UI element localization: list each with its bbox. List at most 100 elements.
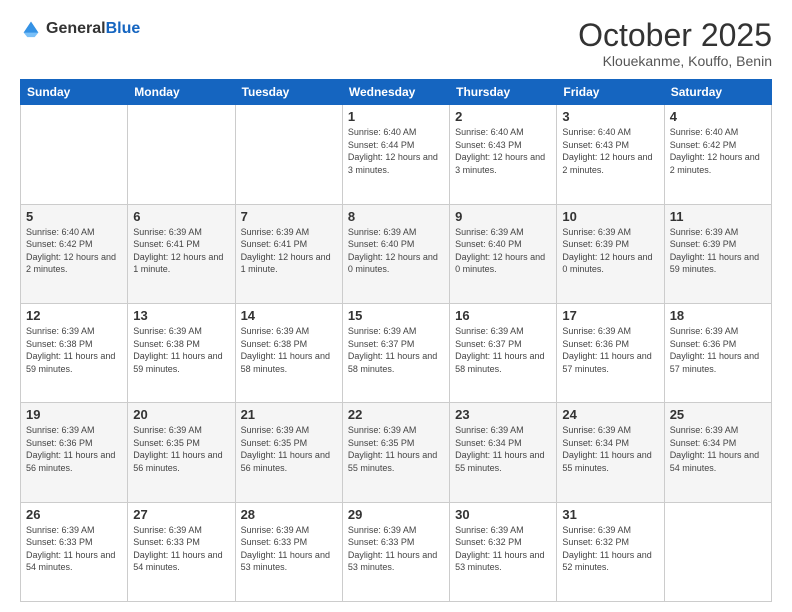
- col-wednesday: Wednesday: [342, 80, 449, 105]
- day-info: Sunrise: 6:39 AMSunset: 6:41 PMDaylight:…: [241, 226, 337, 276]
- calendar-cell: 30 Sunrise: 6:39 AMSunset: 6:32 PMDayligh…: [450, 502, 557, 601]
- day-info: Sunrise: 6:39 AMSunset: 6:35 PMDaylight:…: [133, 424, 229, 474]
- day-number: 8: [348, 209, 444, 224]
- calendar-cell: 31 Sunrise: 6:39 AMSunset: 6:32 PMDayligh…: [557, 502, 664, 601]
- day-number: 19: [26, 407, 122, 422]
- logo-general: General: [46, 20, 106, 37]
- calendar-cell: 6 Sunrise: 6:39 AMSunset: 6:41 PMDaylight…: [128, 204, 235, 303]
- day-number: 26: [26, 507, 122, 522]
- page: GeneralBlue October 2025 Klouekanme, Kou…: [0, 0, 792, 612]
- day-number: 5: [26, 209, 122, 224]
- calendar-cell: 2 Sunrise: 6:40 AMSunset: 6:43 PMDaylight…: [450, 105, 557, 204]
- calendar-cell: 11 Sunrise: 6:39 AMSunset: 6:39 PMDayligh…: [664, 204, 771, 303]
- calendar-cell: 15Sunrise: 6:39 AMSunset: 6:37 PMDayligh…: [342, 303, 449, 402]
- day-number: 31: [562, 507, 658, 522]
- day-info: Sunrise: 6:40 AMSunset: 6:43 PMDaylight:…: [562, 126, 658, 176]
- calendar-week-3: 12 Sunrise: 6:39 AMSunset: 6:38 PMDayligh…: [21, 303, 772, 402]
- logo-text: GeneralBlue: [46, 20, 140, 38]
- day-info: Sunrise: 6:39 AMSunset: 6:39 PMDaylight:…: [562, 226, 658, 276]
- col-sunday: Sunday: [21, 80, 128, 105]
- calendar-title: October 2025: [578, 18, 772, 53]
- day-number: 23: [455, 407, 551, 422]
- calendar-cell: 3 Sunrise: 6:40 AMSunset: 6:43 PMDaylight…: [557, 105, 664, 204]
- col-thursday: Thursday: [450, 80, 557, 105]
- day-number: 27: [133, 507, 229, 522]
- calendar-cell: 29 Sunrise: 6:39 AMSunset: 6:33 PMDayligh…: [342, 502, 449, 601]
- calendar-cell: [128, 105, 235, 204]
- calendar-cell: [235, 105, 342, 204]
- calendar-cell: 25Sunrise: 6:39 AMSunset: 6:34 PMDayligh…: [664, 403, 771, 502]
- day-number: 2: [455, 109, 551, 124]
- day-number: 24: [562, 407, 658, 422]
- col-saturday: Saturday: [664, 80, 771, 105]
- day-number: 12: [26, 308, 122, 323]
- day-number: 11: [670, 209, 766, 224]
- day-number: 1: [348, 109, 444, 124]
- calendar-cell: 7 Sunrise: 6:39 AMSunset: 6:41 PMDaylight…: [235, 204, 342, 303]
- calendar-week-5: 26 Sunrise: 6:39 AMSunset: 6:33 PMDayligh…: [21, 502, 772, 601]
- calendar-cell: 14Sunrise: 6:39 AMSunset: 6:38 PMDayligh…: [235, 303, 342, 402]
- day-info: Sunrise: 6:39 AMSunset: 6:38 PMDaylight:…: [26, 325, 122, 375]
- day-number: 20: [133, 407, 229, 422]
- day-info: Sunrise: 6:39 AMSunset: 6:33 PMDaylight:…: [26, 524, 122, 574]
- logo-blue: Blue: [106, 20, 141, 37]
- calendar-cell: 12 Sunrise: 6:39 AMSunset: 6:38 PMDayligh…: [21, 303, 128, 402]
- day-info: Sunrise: 6:39 AMSunset: 6:32 PMDaylight:…: [562, 524, 658, 574]
- day-number: 29: [348, 507, 444, 522]
- day-number: 21: [241, 407, 337, 422]
- calendar-cell: 26 Sunrise: 6:39 AMSunset: 6:33 PMDayligh…: [21, 502, 128, 601]
- calendar-cell: 19 Sunrise: 6:39 AMSunset: 6:36 PMDayligh…: [21, 403, 128, 502]
- day-info: Sunrise: 6:39 AMSunset: 6:34 PMDaylight:…: [670, 424, 766, 474]
- day-info: Sunrise: 6:39 AMSunset: 6:33 PMDaylight:…: [348, 524, 444, 574]
- day-info: Sunrise: 6:39 AMSunset: 6:38 PMDaylight:…: [241, 325, 337, 375]
- col-tuesday: Tuesday: [235, 80, 342, 105]
- day-info: Sunrise: 6:39 AMSunset: 6:35 PMDaylight:…: [348, 424, 444, 474]
- day-info: Sunrise: 6:39 AMSunset: 6:32 PMDaylight:…: [455, 524, 551, 574]
- day-number: 6: [133, 209, 229, 224]
- calendar-table: Sunday Monday Tuesday Wednesday Thursday…: [20, 79, 772, 602]
- day-number: 18: [670, 308, 766, 323]
- day-number: 9: [455, 209, 551, 224]
- day-number: 16: [455, 308, 551, 323]
- day-info: Sunrise: 6:39 AMSunset: 6:36 PMDaylight:…: [670, 325, 766, 375]
- col-monday: Monday: [128, 80, 235, 105]
- calendar-cell: 8Sunrise: 6:39 AMSunset: 6:40 PMDaylight…: [342, 204, 449, 303]
- day-number: 22: [348, 407, 444, 422]
- calendar-week-2: 5 Sunrise: 6:40 AMSunset: 6:42 PMDaylight…: [21, 204, 772, 303]
- day-info: Sunrise: 6:40 AMSunset: 6:42 PMDaylight:…: [670, 126, 766, 176]
- calendar-week-1: 1 Sunrise: 6:40 AMSunset: 6:44 PMDaylight…: [21, 105, 772, 204]
- calendar-header-row: Sunday Monday Tuesday Wednesday Thursday…: [21, 80, 772, 105]
- day-info: Sunrise: 6:40 AMSunset: 6:44 PMDaylight:…: [348, 126, 444, 176]
- day-number: 3: [562, 109, 658, 124]
- day-number: 7: [241, 209, 337, 224]
- title-block: October 2025 Klouekanme, Kouffo, Benin: [578, 18, 772, 69]
- day-info: Sunrise: 6:39 AMSunset: 6:39 PMDaylight:…: [670, 226, 766, 276]
- day-info: Sunrise: 6:40 AMSunset: 6:42 PMDaylight:…: [26, 226, 122, 276]
- calendar-cell: 23Sunrise: 6:39 AMSunset: 6:34 PMDayligh…: [450, 403, 557, 502]
- calendar-cell: [21, 105, 128, 204]
- day-info: Sunrise: 6:39 AMSunset: 6:41 PMDaylight:…: [133, 226, 229, 276]
- header: GeneralBlue October 2025 Klouekanme, Kou…: [20, 18, 772, 69]
- calendar-cell: 5 Sunrise: 6:40 AMSunset: 6:42 PMDaylight…: [21, 204, 128, 303]
- day-number: 28: [241, 507, 337, 522]
- day-number: 13: [133, 308, 229, 323]
- day-info: Sunrise: 6:39 AMSunset: 6:35 PMDaylight:…: [241, 424, 337, 474]
- calendar-cell: 21 Sunrise: 6:39 AMSunset: 6:35 PMDayligh…: [235, 403, 342, 502]
- day-info: Sunrise: 6:39 AMSunset: 6:37 PMDaylight:…: [348, 325, 444, 375]
- calendar-cell: 18 Sunrise: 6:39 AMSunset: 6:36 PMDayligh…: [664, 303, 771, 402]
- day-number: 17: [562, 308, 658, 323]
- calendar-cell: 24Sunrise: 6:39 AMSunset: 6:34 PMDayligh…: [557, 403, 664, 502]
- day-info: Sunrise: 6:40 AMSunset: 6:43 PMDaylight:…: [455, 126, 551, 176]
- calendar-cell: 20 Sunrise: 6:39 AMSunset: 6:35 PMDayligh…: [128, 403, 235, 502]
- day-info: Sunrise: 6:39 AMSunset: 6:38 PMDaylight:…: [133, 325, 229, 375]
- day-info: Sunrise: 6:39 AMSunset: 6:33 PMDaylight:…: [133, 524, 229, 574]
- day-number: 30: [455, 507, 551, 522]
- day-number: 10: [562, 209, 658, 224]
- logo: GeneralBlue: [20, 18, 140, 40]
- day-info: Sunrise: 6:39 AMSunset: 6:36 PMDaylight:…: [26, 424, 122, 474]
- calendar-cell: 9Sunrise: 6:39 AMSunset: 6:40 PMDaylight…: [450, 204, 557, 303]
- day-info: Sunrise: 6:39 AMSunset: 6:37 PMDaylight:…: [455, 325, 551, 375]
- calendar-cell: 16 Sunrise: 6:39 AMSunset: 6:37 PMDayligh…: [450, 303, 557, 402]
- calendar-cell: [664, 502, 771, 601]
- calendar-week-4: 19 Sunrise: 6:39 AMSunset: 6:36 PMDayligh…: [21, 403, 772, 502]
